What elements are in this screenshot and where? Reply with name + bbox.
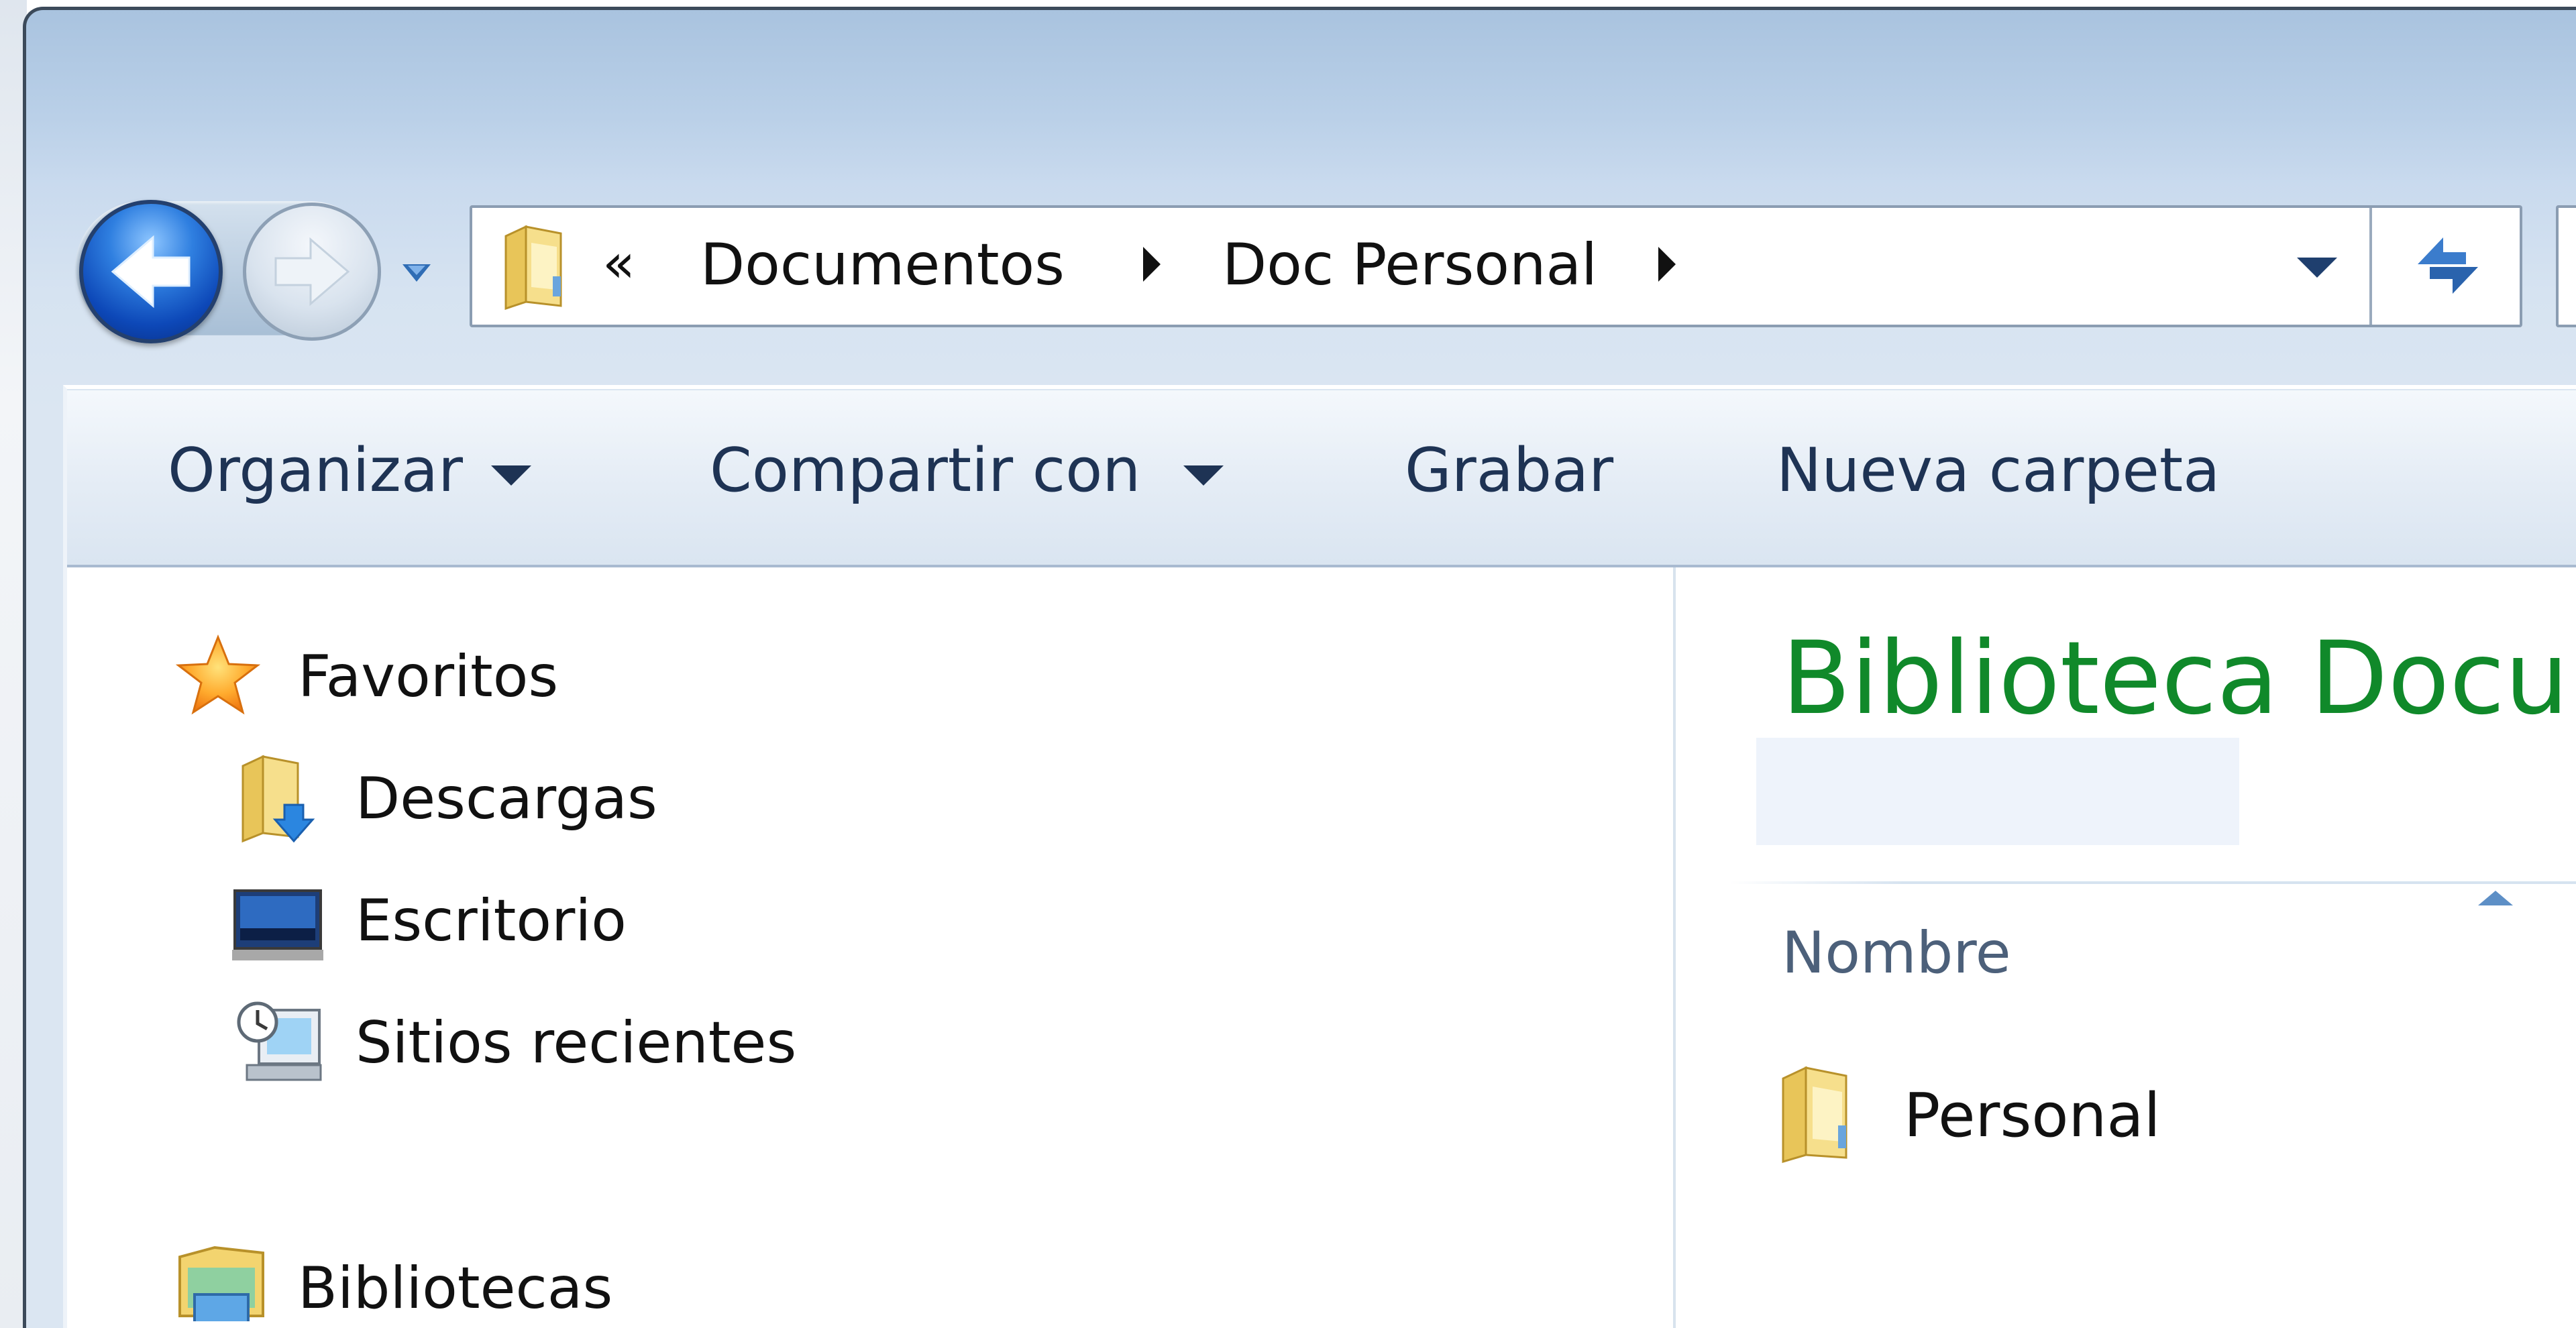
breadcrumb-overflow-chevron[interactable]: « bbox=[602, 227, 635, 300]
breadcrumb-doc-personal[interactable]: Doc Personal bbox=[1222, 228, 1597, 302]
content-pane: Biblioteca Docum Nombre Personal bbox=[1676, 567, 2576, 1328]
address-history-dropdown-icon[interactable] bbox=[2297, 258, 2337, 278]
library-subtitle-area bbox=[1756, 738, 2239, 845]
file-row-personal[interactable]: Personal bbox=[1776, 1064, 2246, 1171]
nav-item-recent-places[interactable]: Sitios recientes bbox=[356, 1006, 796, 1080]
folder-icon bbox=[504, 225, 562, 310]
library-title: Biblioteca Docum bbox=[1782, 620, 2576, 737]
organize-button[interactable]: Organizar bbox=[168, 431, 463, 511]
file-name: Personal bbox=[1904, 1081, 2161, 1151]
forward-arrow-icon bbox=[274, 237, 350, 307]
star-icon bbox=[175, 634, 261, 715]
address-bar[interactable]: « Documentos Doc Personal bbox=[470, 205, 2522, 327]
libraries-header[interactable]: Bibliotecas bbox=[298, 1252, 612, 1325]
recent-pages-dropdown-icon[interactable] bbox=[400, 255, 433, 288]
back-button[interactable] bbox=[79, 200, 223, 343]
new-folder-button[interactable]: Nueva carpeta bbox=[1776, 431, 2220, 511]
background-window-edge bbox=[0, 80, 25, 1328]
breadcrumb-separator-icon[interactable] bbox=[1143, 247, 1161, 282]
breadcrumb-documentos[interactable]: Documentos bbox=[700, 228, 1065, 302]
column-header-name[interactable]: Nombre bbox=[1782, 916, 2011, 990]
share-dropdown-icon[interactable] bbox=[1183, 465, 1224, 486]
favorites-header[interactable]: Favoritos bbox=[298, 640, 558, 714]
refresh-icon[interactable] bbox=[2404, 225, 2491, 306]
desktop-icon bbox=[232, 889, 323, 960]
explorer-screen: « Documentos Doc Personal Organizar Comp… bbox=[0, 0, 2576, 1328]
share-with-button[interactable]: Compartir con bbox=[710, 431, 1140, 511]
downloads-folder-icon bbox=[241, 755, 315, 843]
burn-button[interactable]: Grabar bbox=[1405, 431, 1613, 511]
back-arrow-icon bbox=[111, 235, 191, 309]
libraries-icon bbox=[178, 1246, 264, 1321]
forward-button[interactable] bbox=[243, 203, 381, 341]
breadcrumb-separator-icon[interactable] bbox=[1658, 247, 1676, 282]
navigation-pane: Favoritos Descargas Escritorio Sitios re… bbox=[67, 567, 1674, 1328]
address-divider bbox=[2369, 208, 2372, 325]
recent-places-icon bbox=[237, 1001, 322, 1081]
command-bar: Organizar Compartir con Grabar Nueva car… bbox=[67, 390, 2576, 567]
nav-item-downloads[interactable]: Descargas bbox=[356, 762, 657, 836]
nav-item-desktop[interactable]: Escritorio bbox=[356, 884, 627, 958]
folder-icon bbox=[1782, 1066, 1847, 1164]
organize-dropdown-icon[interactable] bbox=[491, 465, 531, 486]
search-box[interactable] bbox=[2556, 205, 2576, 327]
sort-ascending-icon bbox=[2478, 891, 2513, 905]
column-header-divider bbox=[1729, 881, 2576, 884]
